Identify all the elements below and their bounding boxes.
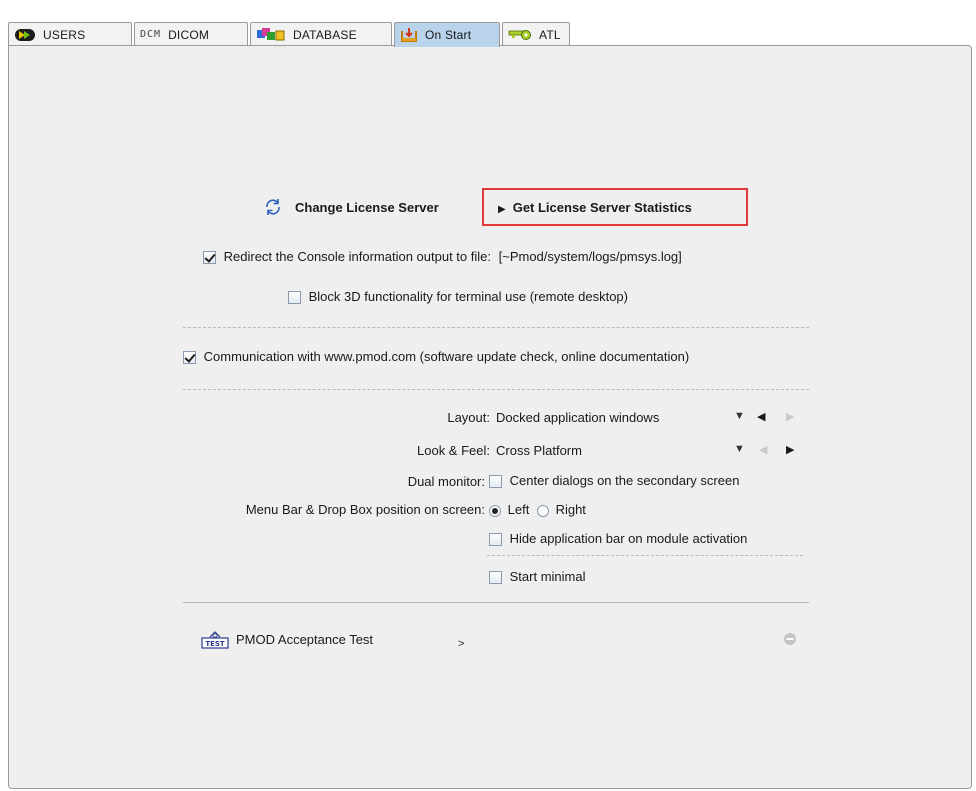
lookfeel-select[interactable]: Cross Platform [496,443,582,458]
block-3d-row: Block 3D functionality for terminal use … [288,289,628,305]
tab-database-label: DATABASE [293,27,357,42]
divider [183,389,809,390]
get-license-statistics-button[interactable]: ▶ Get License Server Statistics [498,200,692,215]
tab-dicom[interactable]: DCM DICOM [134,22,248,46]
tab-atl[interactable]: ATL [502,22,570,46]
dcm-icon-text: DCM [140,29,162,40]
tab-atl-label: ATL [539,27,561,42]
lookfeel-label: Look & Feel: [417,443,490,458]
change-license-server-button[interactable]: Change License Server [295,200,439,215]
radio-right-label: Right [555,502,586,517]
divider [487,555,803,556]
start-minimal-checkbox[interactable] [489,571,502,585]
communication-checkbox[interactable] [183,351,196,365]
acceptance-test-button[interactable]: PMOD Acceptance Test [236,632,373,647]
layout-next-icon[interactable]: ▶ [786,410,794,423]
layout-dropdown-icon[interactable]: ▼ [734,410,745,422]
status-circle-icon [783,632,797,649]
on-start-icon [400,27,418,43]
users-icon [14,28,36,42]
dcm-icon: DCM [140,29,161,40]
tab-users-label: USERS [43,27,86,42]
acceptance-expand-label: > [458,638,465,650]
refresh-icon [263,197,283,220]
hide-appbar-checkbox[interactable] [489,533,502,547]
test-icon: TEST [200,630,230,653]
acceptance-expand-button[interactable]: > [458,638,464,650]
lookfeel-value: Cross Platform [496,443,582,458]
tab-dicom-label: DICOM [168,27,210,42]
tab-database[interactable]: DATABASE [250,22,392,46]
layout-value: Docked application windows [496,410,660,425]
layout-select[interactable]: Docked application windows [496,410,659,425]
dual-monitor-option-label: Center dialogs on the secondary screen [509,473,740,488]
database-icon [256,27,286,43]
start-minimal-row: Start minimal [489,569,586,585]
lookfeel-prev-icon[interactable]: ◀ [759,443,767,456]
settings-panel [8,45,972,789]
communication-label: Communication with www.pmod.com (softwar… [203,349,690,364]
redirect-console-label: Redirect the Console information output … [223,249,491,264]
redirect-console-row: Redirect the Console information output … [203,249,682,265]
communication-row: Communication with www.pmod.com (softwar… [183,349,690,365]
dual-monitor-row: Center dialogs on the secondary screen [489,473,740,489]
layout-label: Layout: [447,410,490,425]
tab-users[interactable]: USERS [8,22,132,46]
divider [183,327,809,328]
log-path-value[interactable]: [~Pmod/system/logs/pmsys.log] [499,249,682,264]
get-license-statistics-label: Get License Server Statistics [512,200,692,215]
radio-right[interactable] [536,504,549,517]
dual-monitor-checkbox[interactable] [489,475,502,489]
tab-on-start-label: On Start [425,28,472,42]
play-arrow-icon: ▶ [498,204,506,215]
redirect-console-checkbox[interactable] [203,251,216,265]
start-minimal-label: Start minimal [509,569,586,584]
menubar-position-radios: Left Right [489,502,586,517]
change-license-server-label: Change License Server [295,200,439,215]
tab-on-start[interactable]: On Start [394,22,500,47]
block-3d-checkbox[interactable] [288,291,301,305]
divider [183,602,809,603]
hide-appbar-label: Hide application bar on module activatio… [509,531,748,546]
hide-appbar-row: Hide application bar on module activatio… [489,531,748,547]
acceptance-test-label: PMOD Acceptance Test [236,632,374,647]
menubar-position-label: Menu Bar & Drop Box position on screen: [245,502,485,517]
svg-text:TEST: TEST [205,640,225,648]
layout-prev-icon[interactable]: ◀ [757,410,765,423]
lookfeel-dropdown-icon[interactable]: ▼ [734,443,745,455]
key-icon [508,29,532,41]
lookfeel-next-icon[interactable]: ▶ [786,443,794,456]
radio-left-label: Left [507,502,530,517]
radio-left[interactable] [489,504,501,517]
block-3d-label: Block 3D functionality for terminal use … [308,289,628,304]
dual-monitor-label: Dual monitor: [407,474,485,489]
